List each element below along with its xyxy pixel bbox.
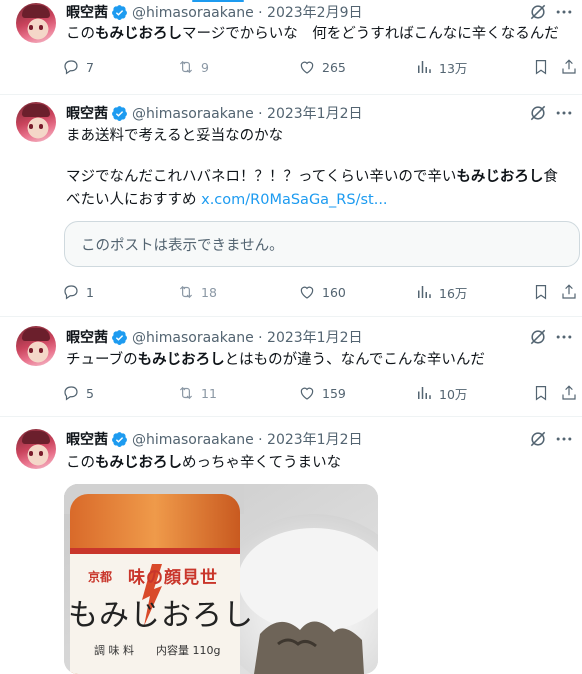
quoted-post-unavailable[interactable]: このポストは表示できません。: [64, 221, 580, 267]
handle-and-date[interactable]: @himasoraakane · 2023年1月2日: [132, 327, 362, 347]
views-button[interactable]: 16万: [415, 281, 467, 303]
label-region: 京都: [88, 570, 113, 584]
tweet-actions: 1 18 160 16万: [62, 281, 582, 303]
bookmark-button[interactable]: [532, 382, 556, 404]
more-icon[interactable]: [554, 429, 574, 449]
like-icon: [300, 387, 314, 400]
retweet-button[interactable]: 11: [177, 382, 217, 404]
views-icon: [418, 61, 431, 73]
views-button[interactable]: 13万: [415, 56, 467, 78]
tweet-link[interactable]: x.com/R0MaSaGa_RS/st...: [201, 192, 387, 208]
label-product: もみじおろし: [68, 598, 254, 633]
retweet-button[interactable]: 9: [177, 56, 209, 78]
views-icon: [418, 387, 431, 399]
reply-icon: [64, 60, 78, 75]
display-name[interactable]: 暇空茜: [66, 2, 108, 22]
reply-button[interactable]: 5: [62, 382, 94, 404]
verified-badge-icon: [112, 105, 127, 121]
tweet-header: 暇空茜 @himasoraakane · 2023年1月2日: [66, 429, 362, 449]
share-icon: [562, 284, 576, 299]
like-icon: [300, 61, 314, 74]
grok-icon[interactable]: [528, 327, 548, 347]
label-brand: 味の顔見世: [128, 568, 218, 588]
views-icon: [418, 286, 431, 298]
reply-icon: [64, 285, 78, 300]
tweet-actions: 5 11 159 10万: [62, 382, 582, 404]
reply-icon: [64, 386, 78, 401]
like-button[interactable]: 159: [298, 382, 346, 404]
handle-and-date[interactable]: @himasoraakane · 2023年1月2日: [132, 103, 362, 123]
retweet-icon: [179, 386, 193, 400]
like-button[interactable]: 265: [298, 56, 346, 78]
tweet-text: このもみじおろしめっちゃ辛くてうまいな: [66, 455, 342, 471]
handle-and-date[interactable]: @himasoraakane · 2023年1月2日: [132, 429, 362, 449]
tweet-text: まあ送料で考えると妥当なのかな: [66, 128, 284, 144]
handle-and-date[interactable]: @himasoraakane · 2023年2月9日: [132, 2, 362, 22]
display-name[interactable]: 暇空茜: [66, 429, 108, 449]
label-type: 調 味 料: [94, 644, 134, 657]
label-capacity: 内容量 110g: [156, 644, 221, 657]
tweet-1[interactable]: 暇空茜 @himasoraakane · 2023年2月9日 このもみじおろしマ…: [0, 0, 582, 95]
avatar[interactable]: [16, 326, 56, 366]
more-icon[interactable]: [554, 2, 574, 22]
avatar[interactable]: [16, 102, 56, 142]
tweet-header: 暇空茜 @himasoraakane · 2023年2月9日: [66, 2, 362, 22]
bookmark-icon: [535, 386, 547, 401]
tweet-3[interactable]: 暇空茜 @himasoraakane · 2023年1月2日 チューブのもみじお…: [0, 316, 582, 417]
tweet-actions: 7 9 265 13万: [62, 56, 582, 78]
avatar[interactable]: [16, 3, 56, 43]
share-button[interactable]: [560, 382, 582, 404]
tweet-text: このもみじおろしマージでからいな 何をどうすればこんなに辛くなるんだ: [66, 26, 559, 42]
grok-icon[interactable]: [528, 429, 548, 449]
verified-badge-icon: [112, 431, 127, 447]
share-icon: [562, 385, 576, 400]
display-name[interactable]: 暇空茜: [66, 103, 108, 123]
views-button[interactable]: 10万: [415, 382, 467, 404]
display-name[interactable]: 暇空茜: [66, 327, 108, 347]
share-button[interactable]: [560, 281, 582, 303]
tweet-header: 暇空茜 @himasoraakane · 2023年1月2日: [66, 327, 362, 347]
like-icon: [300, 286, 314, 299]
tweet-text: チューブのもみじおろしとはものが違う、なんでこんな辛いんだ: [66, 352, 485, 368]
tweet-text-continued: マジでなんだこれハバネロ！？！？ってくらい辛いので辛いもみじおろし食: [66, 169, 558, 185]
retweet-icon: [179, 285, 193, 299]
reply-button[interactable]: 1: [62, 281, 94, 303]
grok-icon[interactable]: [528, 103, 548, 123]
verified-badge-icon: [112, 4, 127, 20]
retweet-button[interactable]: 18: [177, 281, 217, 303]
tweet-header: 暇空茜 @himasoraakane · 2023年1月2日: [66, 103, 362, 123]
share-icon: [562, 59, 576, 74]
like-button[interactable]: 160: [298, 281, 346, 303]
tweet-photo[interactable]: 京都 味の顔見世 もみじおろし 調 味 料 内容量 110g: [64, 484, 378, 674]
share-button[interactable]: [560, 56, 582, 78]
tweet-text-continued-2: べたい人におすすめ x.com/R0MaSaGa_RS/st...: [66, 192, 388, 208]
tweet-2[interactable]: 暇空茜 @himasoraakane · 2023年1月2日 まあ送料で考えると…: [0, 94, 582, 317]
more-icon[interactable]: [554, 103, 574, 123]
bookmark-button[interactable]: [532, 56, 556, 78]
avatar[interactable]: [16, 429, 56, 469]
more-icon[interactable]: [554, 327, 574, 347]
bookmark-icon: [535, 60, 547, 75]
bookmark-icon: [535, 285, 547, 300]
grok-icon[interactable]: [528, 2, 548, 22]
reply-button[interactable]: 7: [62, 56, 94, 78]
retweet-icon: [179, 60, 193, 74]
verified-badge-icon: [112, 329, 127, 345]
bookmark-button[interactable]: [532, 281, 556, 303]
